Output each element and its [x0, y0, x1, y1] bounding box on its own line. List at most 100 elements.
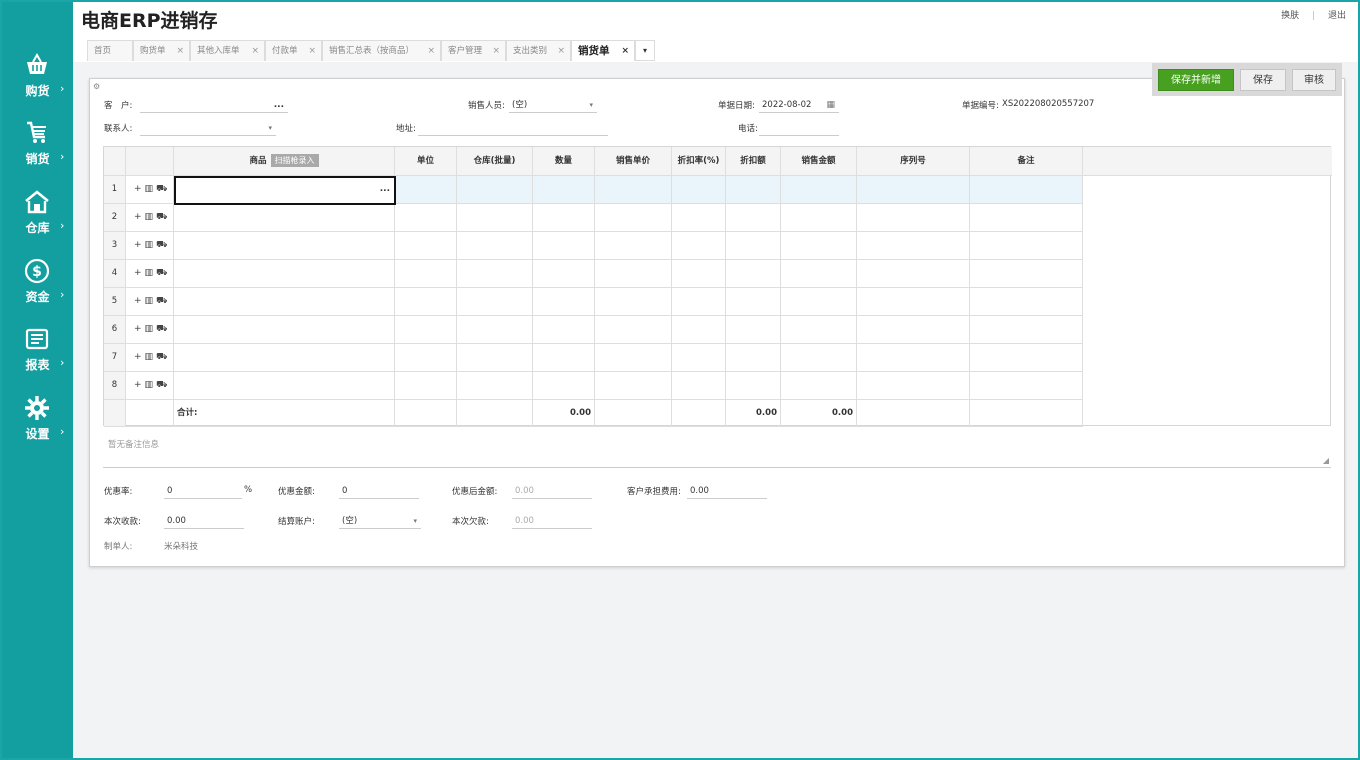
column-header[interactable]: 销售金额	[781, 147, 857, 176]
received-input[interactable]: 0.00	[164, 513, 244, 529]
grid-cell[interactable]	[857, 260, 970, 288]
grid-cell[interactable]	[726, 288, 781, 316]
grid-cell[interactable]	[457, 372, 533, 400]
grid-cell[interactable]	[595, 372, 672, 400]
grid-cell[interactable]	[857, 288, 970, 316]
grid-cell[interactable]	[395, 260, 457, 288]
customer-picker-button[interactable]: ...	[274, 97, 284, 113]
grid-cell[interactable]	[970, 232, 1083, 260]
customer-input[interactable]: ...	[140, 97, 288, 113]
copy-row-icon[interactable]: ⛟	[156, 184, 167, 194]
grid-cell[interactable]	[533, 344, 595, 372]
grid-cell[interactable]	[595, 176, 672, 204]
grid-cell[interactable]	[174, 232, 395, 260]
grid-cell[interactable]	[395, 372, 457, 400]
grid-cell[interactable]	[174, 260, 395, 288]
grid-cell[interactable]	[726, 316, 781, 344]
grid-cell[interactable]	[395, 316, 457, 344]
settings-mini-icon[interactable]: ⚙	[93, 82, 100, 91]
grid-cell[interactable]	[672, 372, 726, 400]
sidebar-item-funds[interactable]: $ 资金 ›	[2, 252, 73, 312]
grid-cell[interactable]	[595, 344, 672, 372]
save-button[interactable]: 保存	[1240, 69, 1286, 91]
discount-amount-input[interactable]: 0	[339, 483, 419, 499]
grid-cell[interactable]	[781, 344, 857, 372]
contact-select[interactable]: ▾	[140, 120, 276, 136]
grid-cell[interactable]	[457, 260, 533, 288]
tab-sales-summary[interactable]: 销售汇总表（按商品） ×	[322, 40, 441, 61]
close-icon[interactable]: ×	[492, 41, 500, 61]
add-row-icon[interactable]: +	[134, 212, 142, 222]
grid-cell[interactable]	[533, 232, 595, 260]
date-input[interactable]: 2022-08-02 ▦	[759, 97, 839, 113]
sidebar-item-sales[interactable]: 销货 ›	[2, 114, 73, 174]
calendar-icon[interactable]: ▦	[826, 97, 835, 113]
add-row-icon[interactable]: +	[134, 352, 142, 362]
delete-row-icon[interactable]: ▥	[145, 352, 154, 362]
grid-cell[interactable]	[457, 176, 533, 204]
grid-cell[interactable]	[174, 204, 395, 232]
grid-cell[interactable]	[970, 372, 1083, 400]
product-picker-button[interactable]: ...	[380, 184, 390, 194]
column-header[interactable]: 销售单价	[595, 147, 672, 176]
sidebar-item-reports[interactable]: 报表 ›	[2, 320, 73, 380]
grid-cell[interactable]	[672, 260, 726, 288]
add-row-icon[interactable]: +	[134, 184, 142, 194]
audit-button[interactable]: 审核	[1292, 69, 1336, 91]
grid-cell[interactable]	[395, 204, 457, 232]
grid-cell[interactable]	[395, 344, 457, 372]
grid-cell[interactable]	[781, 372, 857, 400]
grid-cell[interactable]	[395, 288, 457, 316]
save-and-new-button[interactable]: 保存并新增	[1158, 69, 1234, 91]
grid-cell[interactable]	[174, 372, 395, 400]
copy-row-icon[interactable]: ⛟	[156, 268, 167, 278]
grid-cell[interactable]	[533, 372, 595, 400]
remark-textarea[interactable]: 暂无备注信息 ◢	[103, 434, 1331, 468]
delete-row-icon[interactable]: ▥	[145, 296, 154, 306]
close-icon[interactable]: ×	[427, 41, 435, 61]
logout-link[interactable]: 退出	[1328, 11, 1346, 21]
tab-payment[interactable]: 付款单 ×	[265, 40, 322, 61]
add-row-icon[interactable]: +	[134, 296, 142, 306]
product-edit-input[interactable]: ...	[174, 176, 396, 205]
grid-cell[interactable]	[457, 204, 533, 232]
grid-cell[interactable]	[781, 176, 857, 204]
copy-row-icon[interactable]: ⛟	[156, 352, 167, 362]
grid-cell[interactable]	[781, 232, 857, 260]
grid-cell[interactable]	[457, 232, 533, 260]
grid-cell[interactable]	[726, 232, 781, 260]
grid-cell[interactable]	[857, 344, 970, 372]
grid-cell[interactable]	[970, 344, 1083, 372]
sidebar-item-settings[interactable]: 设置 ›	[2, 389, 73, 449]
delete-row-icon[interactable]: ▥	[145, 184, 154, 194]
grid-cell[interactable]	[970, 204, 1083, 232]
grid-cell[interactable]	[970, 288, 1083, 316]
grid-cell[interactable]	[726, 260, 781, 288]
grid-cell[interactable]	[726, 344, 781, 372]
close-icon[interactable]: ×	[621, 41, 629, 61]
grid-cell[interactable]	[395, 232, 457, 260]
grid-cell[interactable]	[857, 204, 970, 232]
grid-cell[interactable]	[970, 176, 1083, 204]
grid-cell[interactable]	[595, 316, 672, 344]
grid-cell[interactable]	[781, 260, 857, 288]
grid-cell[interactable]	[395, 176, 457, 204]
grid-cell[interactable]	[533, 176, 595, 204]
copy-row-icon[interactable]: ⛟	[156, 296, 167, 306]
grid-cell[interactable]	[457, 316, 533, 344]
grid-cell[interactable]	[174, 316, 395, 344]
scan-entry-button[interactable]: 扫描枪录入	[270, 154, 319, 167]
tab-customer-mgmt[interactable]: 客户管理 ×	[441, 40, 506, 61]
grid-cell[interactable]	[174, 344, 395, 372]
close-icon[interactable]: ×	[176, 41, 184, 61]
grid-cell[interactable]	[857, 176, 970, 204]
close-icon[interactable]: ×	[557, 41, 565, 61]
grid-cell[interactable]	[672, 344, 726, 372]
delete-row-icon[interactable]: ▥	[145, 268, 154, 278]
resize-handle-icon[interactable]: ◢	[1323, 456, 1329, 465]
add-row-icon[interactable]: +	[134, 240, 142, 250]
grid-cell[interactable]	[174, 288, 395, 316]
tab-sales-order[interactable]: 销货单 ×	[571, 40, 635, 61]
tab-other-inbound[interactable]: 其他入库单 ×	[190, 40, 265, 61]
customer-fee-input[interactable]: 0.00	[687, 483, 767, 499]
